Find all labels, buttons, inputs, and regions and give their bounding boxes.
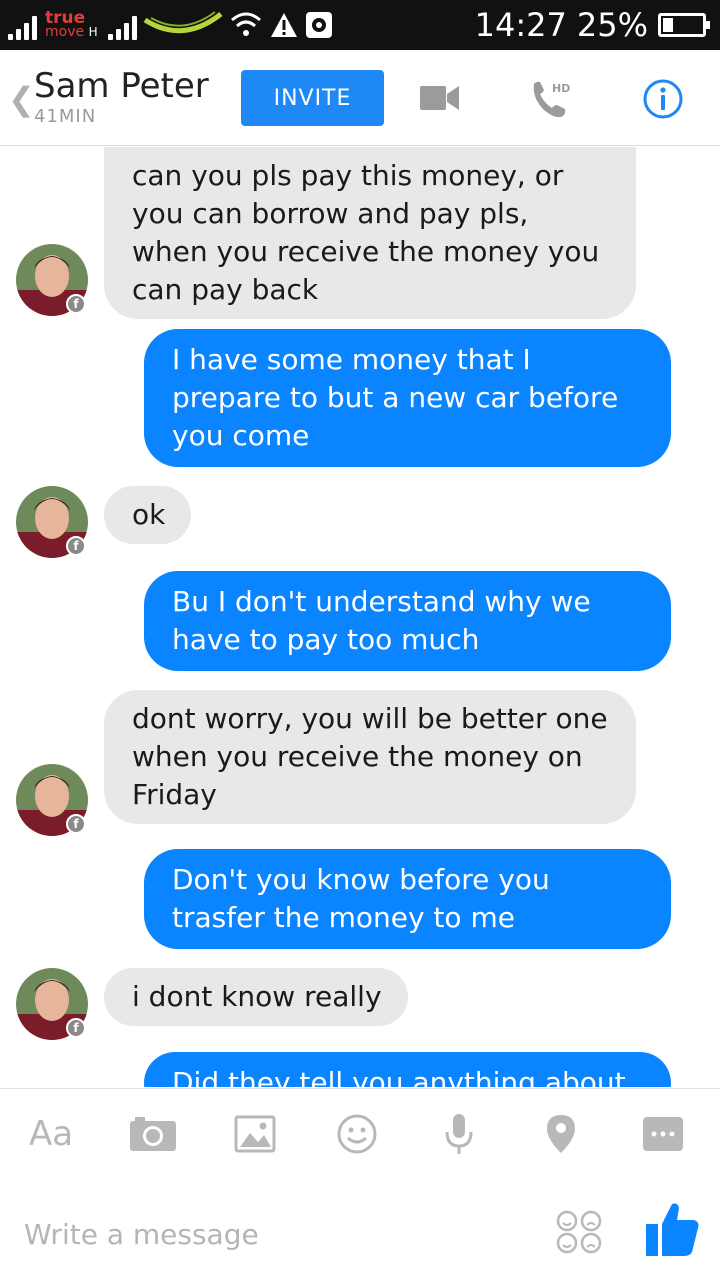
invite-button[interactable]: INVITE [241, 70, 384, 126]
hd-label: HD [552, 82, 570, 95]
facebook-badge-icon: f [66, 814, 86, 834]
clock: 14:27 [474, 6, 567, 44]
battery-icon [658, 13, 710, 37]
wifi-icon [230, 12, 261, 36]
video-call-icon[interactable] [420, 84, 460, 112]
sticker-icon[interactable] [556, 1210, 602, 1254]
conversation-header: ❮ Sam Peter 41MIN INVITE HD [0, 50, 720, 146]
status-right: 14:27 25% [474, 6, 710, 44]
battery-percent: 25% [576, 6, 648, 44]
incoming-message[interactable]: i dont know really [104, 968, 408, 1026]
incoming-message[interactable]: can you pls pay this money, or you can b… [104, 147, 636, 319]
text-format-icon[interactable]: Aa [26, 1109, 76, 1159]
location-icon[interactable] [536, 1109, 586, 1159]
compose-bar [0, 1184, 720, 1280]
signal-icon-2 [107, 10, 137, 40]
active-status: 41MIN [34, 106, 97, 127]
carrier-name: true [45, 8, 86, 28]
message-input[interactable] [24, 1214, 524, 1254]
message-text: I have some money that I prepare to but … [172, 343, 619, 452]
contact-name[interactable]: Sam Peter [34, 66, 209, 106]
outgoing-message[interactable]: Bu I don't understand why we have to pay… [144, 571, 671, 671]
message-text: can you pls pay this money, or you can b… [132, 159, 600, 306]
message-text: Did they tell you anything about [172, 1066, 626, 1087]
signal-icon [8, 10, 37, 40]
facebook-badge-icon: f [66, 1018, 86, 1038]
hd-phone-call-icon[interactable]: HD [528, 78, 574, 122]
composer-toolbar: Aa [0, 1088, 720, 1184]
status-bar: true move H 14:27 25% [0, 0, 720, 50]
carrier-label: true move H [45, 8, 98, 40]
carrier-sub: move [45, 24, 85, 40]
camera-icon[interactable] [128, 1109, 178, 1159]
data-swoosh-icon [143, 11, 223, 34]
message-text: i dont know really [132, 980, 382, 1013]
message-text: Don't you know before you trasfer the mo… [172, 863, 550, 934]
message-text: dont worry, you will be better one when … [132, 702, 608, 811]
status-left: true move H [8, 6, 333, 44]
outgoing-message[interactable]: Don't you know before you trasfer the mo… [144, 849, 671, 949]
emoji-icon[interactable] [332, 1109, 382, 1159]
info-icon[interactable] [642, 78, 684, 120]
message-thread[interactable]: can you pls pay this money, or you can b… [0, 147, 720, 1087]
gallery-icon[interactable] [230, 1109, 280, 1159]
facebook-badge-icon: f [66, 294, 86, 314]
back-chevron-icon[interactable]: ❮ [8, 80, 35, 118]
message-text: ok [132, 498, 166, 531]
camera-app-icon [305, 12, 332, 38]
incoming-message[interactable]: ok [104, 486, 192, 544]
incoming-message[interactable]: dont worry, you will be better one when … [104, 690, 636, 824]
network-type: H [88, 25, 98, 39]
outgoing-message[interactable]: I have some money that I prepare to but … [144, 329, 671, 467]
more-icon[interactable] [638, 1109, 688, 1159]
warning-icon [270, 13, 297, 37]
thumbs-up-like-icon[interactable] [644, 1200, 700, 1258]
message-text: Bu I don't understand why we have to pay… [172, 585, 591, 656]
outgoing-message[interactable]: Did they tell you anything about [144, 1052, 671, 1087]
facebook-badge-icon: f [66, 536, 86, 556]
microphone-icon[interactable] [434, 1109, 484, 1159]
